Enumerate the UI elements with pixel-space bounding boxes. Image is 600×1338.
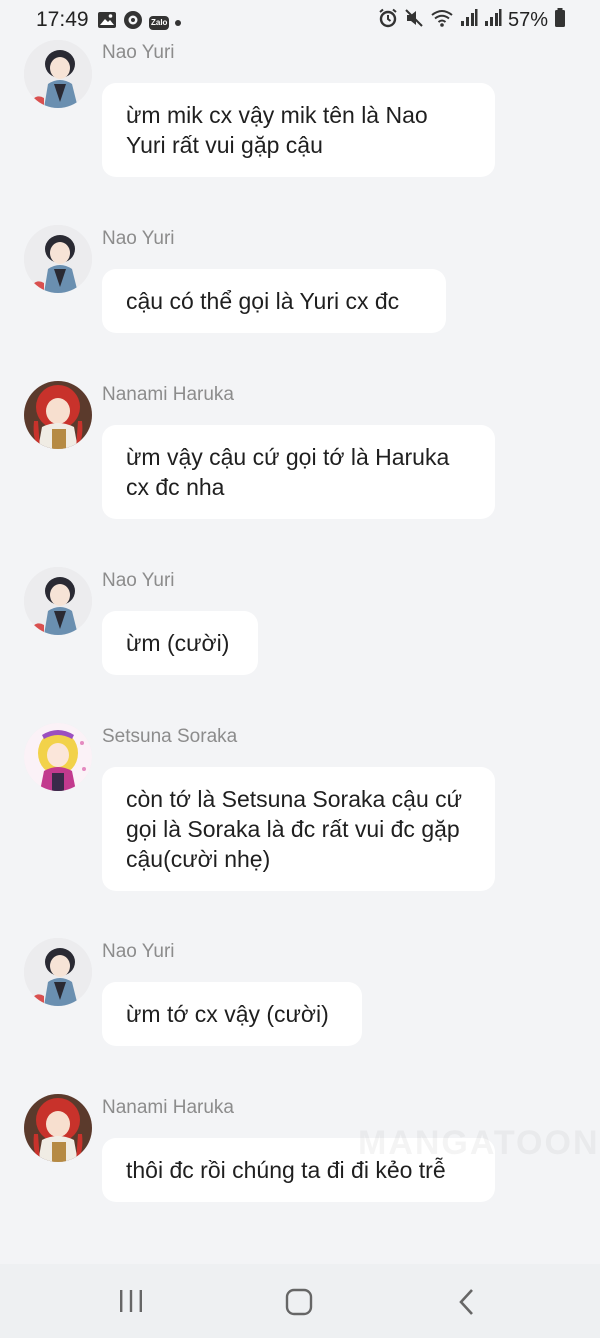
navigation-bar	[0, 1264, 600, 1338]
home-icon[interactable]	[285, 1288, 313, 1321]
mute-icon	[404, 8, 424, 33]
avatar-nao-yuri[interactable]	[24, 40, 92, 108]
dot-icon	[175, 19, 182, 26]
messenger-icon	[123, 10, 143, 35]
sender-name: Setsuna Soraka	[102, 726, 238, 747]
back-icon[interactable]	[456, 1288, 478, 1321]
sender-name: Nanami Haruka	[102, 384, 234, 405]
watermark: MANGATOON	[358, 1124, 600, 1162]
notification-icons: Zalo	[97, 10, 182, 35]
recent-apps-icon[interactable]	[118, 1288, 144, 1319]
message-bubble[interactable]: ừm vậy cậu cứ gọi tớ là Haruka cx đc nha	[102, 425, 495, 519]
sender-name: Nao Yuri	[102, 228, 175, 249]
zalo-icon: Zalo	[149, 15, 170, 30]
signal-icon	[484, 9, 502, 32]
battery-percentage: 57%	[507, 9, 548, 31]
message-bubble[interactable]: ừm mik cx vậy mik tên là Nao Yuri rất vu…	[102, 83, 495, 177]
status-time: 17:49	[36, 8, 89, 31]
avatar-nao-yuri[interactable]	[24, 225, 92, 293]
avatar-nao-yuri[interactable]	[24, 938, 92, 1006]
battery-icon	[554, 8, 566, 33]
signal-icon	[460, 9, 478, 32]
message-bubble[interactable]: cậu có thể gọi là Yuri cx đc	[102, 269, 446, 333]
message-bubble[interactable]: ừm (cười)	[102, 611, 258, 675]
image-icon	[97, 11, 117, 34]
message-bubble[interactable]: ừm tớ cx vậy (cười)	[102, 982, 362, 1046]
avatar-nanami-haruka[interactable]	[24, 1094, 92, 1162]
alarm-icon	[378, 8, 398, 33]
avatar-nao-yuri[interactable]	[24, 567, 92, 635]
system-icons: 57%	[378, 8, 566, 33]
status-bar: 17:49 Zalo 57%	[0, 0, 600, 40]
sender-name: Nao Yuri	[102, 570, 175, 591]
sender-name: Nao Yuri	[102, 42, 175, 63]
message-bubble[interactable]: còn tớ là Setsuna Soraka cậu cứ gọi là S…	[102, 767, 495, 891]
sender-name: Nanami Haruka	[102, 1097, 234, 1118]
avatar-setsuna-soraka[interactable]	[24, 723, 92, 791]
avatar-nanami-haruka[interactable]	[24, 381, 92, 449]
sender-name: Nao Yuri	[102, 941, 175, 962]
wifi-icon	[430, 8, 454, 33]
